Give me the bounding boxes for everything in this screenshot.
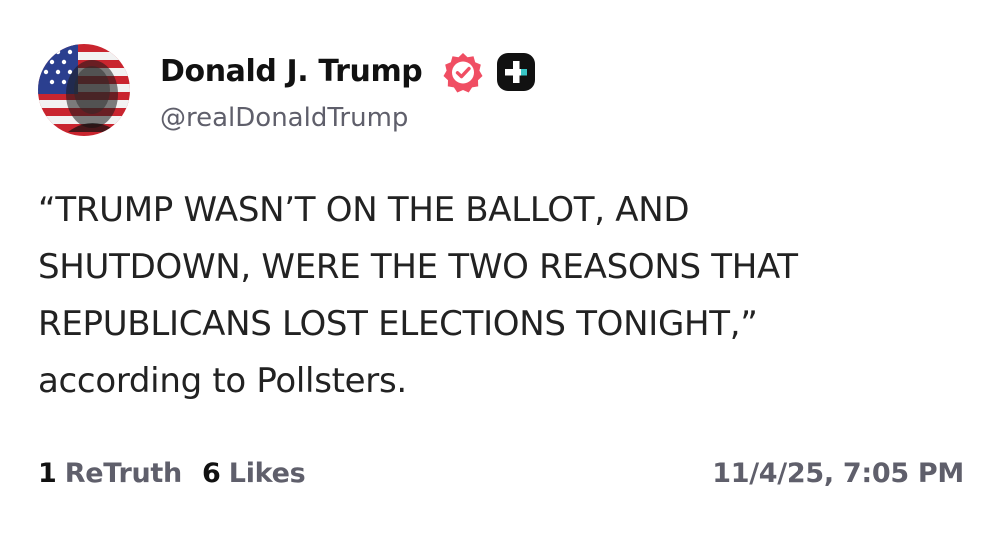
author-name[interactable]: Donald J. Trump — [160, 52, 423, 92]
flag-portrait-avatar-icon — [38, 44, 130, 136]
likes-count-link[interactable]: 6 Likes — [202, 454, 306, 494]
post-text-line: REPUBLICANS LOST ELECTIONS TONIGHT,” — [38, 304, 758, 344]
verified-badge-icon — [443, 53, 483, 93]
avatar[interactable] — [38, 44, 130, 136]
post-footer: 1 ReTruth 6 Likes 11/4/25, 7:05 PM — [38, 454, 964, 494]
retruths-count-link[interactable]: 1 ReTruth — [38, 454, 182, 494]
likes-count: 6 — [202, 458, 221, 489]
post-text-line: according to Pollsters. — [38, 361, 407, 401]
post-text-line: SHUTDOWN, WERE THE TWO REASONS THAT — [38, 247, 798, 287]
post-timestamp[interactable]: 11/4/25, 7:05 PM — [712, 454, 964, 494]
retruths-count: 1 — [38, 458, 57, 489]
author-handle[interactable]: @realDonaldTrump — [160, 100, 408, 136]
truth-post: Donald J. Trump @realDonaldTrump “TRUMP … — [0, 0, 1000, 536]
post-text-line: “TRUMP WASN’T ON THE BALLOT, AND — [38, 190, 690, 230]
truth-social-plus-icon — [497, 53, 535, 91]
post-text: “TRUMP WASN’T ON THE BALLOT, AND SHUTDOW… — [38, 182, 968, 410]
likes-label: Likes — [228, 458, 306, 489]
retruths-label: ReTruth — [64, 458, 182, 489]
